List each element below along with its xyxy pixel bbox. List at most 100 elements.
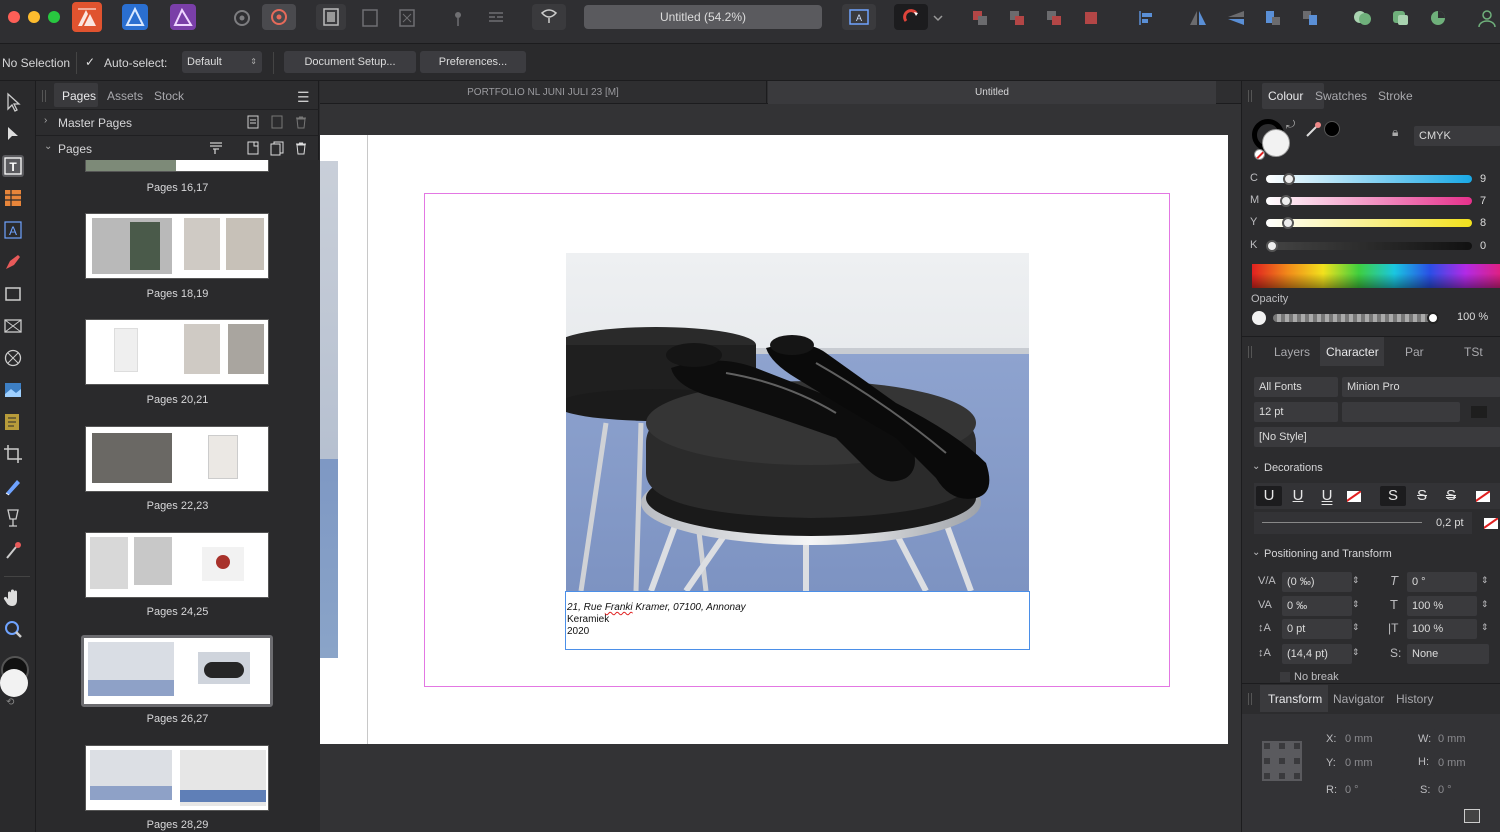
text-style-button[interactable]: A	[842, 4, 876, 30]
font-collection-dropdown[interactable]: All Fonts	[1254, 377, 1338, 397]
shear-field[interactable]: 0 °	[1407, 572, 1477, 592]
height-scale-field[interactable]: 100 %	[1407, 596, 1477, 616]
page-options-icon[interactable]	[208, 140, 224, 156]
text-wrap-icon[interactable]	[482, 6, 510, 30]
baseline-field[interactable]: 0 pt	[1282, 619, 1352, 639]
lock-icon[interactable]: 🔒︎	[1392, 125, 1398, 140]
sculpture-photo[interactable]	[566, 253, 1029, 591]
tab-navigator[interactable]: Navigator	[1333, 692, 1384, 706]
magenta-slider[interactable]	[1266, 195, 1472, 207]
view-mode-normal-button[interactable]	[316, 4, 346, 30]
settings-gear-icon[interactable]	[228, 6, 256, 30]
add-master-icon[interactable]	[245, 114, 261, 130]
view-mode-bleed-icon[interactable]	[356, 6, 384, 30]
crop-tool-icon[interactable]	[2, 443, 24, 465]
swap-colours-icon[interactable]: ⟲	[6, 697, 14, 708]
colour-picker-tool-icon[interactable]	[2, 539, 24, 561]
zoom-tool-icon[interactable]	[2, 619, 24, 641]
h-field[interactable]: 0 mm	[1433, 753, 1493, 773]
vector-crop-tool-icon[interactable]	[2, 411, 24, 433]
tab-pages[interactable]: Pages	[62, 89, 96, 103]
updown-icon[interactable]: ⇕	[1481, 622, 1489, 633]
updown-icon[interactable]: ⇕	[1352, 599, 1360, 610]
magenta-value[interactable]: 7	[1480, 195, 1486, 207]
photo-persona-icon[interactable]	[170, 4, 196, 30]
double-underline-button[interactable]: U	[1285, 486, 1311, 506]
preflight-button[interactable]	[532, 4, 566, 30]
auto-select-dropdown[interactable]: Default ⇕	[182, 51, 262, 73]
table-tool-icon[interactable]	[2, 187, 24, 209]
anchor-selector[interactable]	[1262, 741, 1302, 781]
fill-colour-well[interactable]	[1262, 129, 1290, 157]
underline-button[interactable]: U	[1256, 486, 1282, 506]
shear-transform-field[interactable]: 0 °	[1433, 780, 1489, 800]
decoration-weight-value[interactable]: 0,2 pt	[1436, 517, 1464, 529]
updown-icon[interactable]: ⇕	[1352, 622, 1360, 633]
tab-stock[interactable]: Stock	[154, 89, 184, 103]
picked-colour-swatch[interactable]	[1324, 121, 1340, 137]
tab-assets[interactable]: Assets	[107, 89, 143, 103]
black-slider-knob[interactable]	[1266, 240, 1278, 252]
updown-icon[interactable]: ⇕	[1481, 575, 1489, 586]
delete-master-icon[interactable]	[293, 114, 309, 130]
font-family-field[interactable]: Minion Pro	[1342, 377, 1500, 397]
colour-model-dropdown[interactable]: CMYK	[1414, 126, 1500, 146]
colour-spectrum[interactable]	[1252, 264, 1500, 288]
updown-icon[interactable]: ⇕	[1352, 575, 1360, 586]
tab-stroke[interactable]: Stroke	[1378, 89, 1413, 103]
picture-frame-tool-icon[interactable]	[2, 315, 24, 337]
geometry-intersect-icon[interactable]	[1424, 6, 1452, 30]
pin-icon[interactable]	[444, 6, 472, 30]
chevron-down-icon[interactable]: ⌄	[1252, 461, 1260, 472]
fill-tool-icon[interactable]	[2, 507, 24, 529]
double-strikethrough-button[interactable]: S	[1409, 486, 1435, 506]
leading-field[interactable]: (14,4 pt)	[1282, 644, 1352, 664]
no-stroke-icon[interactable]	[1476, 491, 1490, 502]
tab-text-styles[interactable]: TSt	[1464, 345, 1483, 359]
rectangle-tool-icon[interactable]	[2, 283, 24, 305]
no-fill-icon[interactable]	[1347, 491, 1361, 502]
w-field[interactable]: 0 mm	[1433, 729, 1493, 749]
kerning-field[interactable]: (0 ‰)	[1282, 572, 1352, 592]
chevron-down-icon[interactable]	[930, 6, 946, 30]
minimize-window-button[interactable]	[28, 11, 40, 23]
add-page-icon[interactable]	[245, 140, 261, 156]
rotation-field[interactable]: 0 °	[1340, 780, 1396, 800]
underline-style-button[interactable]: U	[1314, 486, 1340, 506]
magenta-slider-knob[interactable]	[1280, 195, 1292, 207]
spread-thumbnail-selected[interactable]	[81, 635, 273, 707]
close-window-button[interactable]	[8, 11, 20, 23]
no-colour-icon[interactable]	[1484, 518, 1498, 529]
width-scale-field[interactable]: 100 %	[1407, 619, 1477, 639]
swap-arrow-icon[interactable]: ⤾	[1286, 119, 1295, 132]
spread-thumbnail[interactable]	[85, 213, 269, 279]
tab-history[interactable]: History	[1396, 692, 1433, 706]
caption-text-frame[interactable]: 21, Rue Franki Kramer, 07100, Annonay Ke…	[565, 591, 1030, 650]
auto-select-checkbox[interactable]: ✓	[85, 55, 99, 69]
updown-icon[interactable]: ⇕	[1352, 647, 1360, 658]
colour-picker-icon[interactable]	[1304, 119, 1324, 139]
tab-colour[interactable]: Colour	[1268, 89, 1303, 103]
master-pages-section[interactable]: › Master Pages	[36, 109, 319, 135]
place-image-tool-icon[interactable]	[2, 379, 24, 401]
black-slider[interactable]	[1266, 240, 1472, 252]
hamburger-menu-icon[interactable]: ☰	[297, 89, 310, 106]
spread-thumbnail[interactable]	[85, 160, 269, 172]
x-field[interactable]: 0 mm	[1340, 729, 1400, 749]
tracking-field[interactable]: 0 ‰	[1282, 596, 1352, 616]
spread-thumbnail[interactable]	[85, 426, 269, 492]
move-front-icon[interactable]	[1077, 6, 1105, 30]
tab-untitled-document[interactable]: Untitled	[768, 81, 1216, 104]
tab-transform[interactable]: Transform	[1268, 692, 1322, 706]
geometry-add-icon[interactable]	[1348, 6, 1376, 30]
character-style-dropdown[interactable]: [No Style]	[1254, 427, 1500, 447]
strike-style-button[interactable]: S	[1438, 486, 1464, 506]
tab-swatches[interactable]: Swatches	[1315, 89, 1367, 103]
fill-swatch[interactable]	[0, 669, 28, 697]
duplicate-master-icon[interactable]	[269, 114, 285, 130]
rotate-left-icon[interactable]	[1258, 6, 1286, 30]
rotate-right-icon[interactable]	[1296, 6, 1324, 30]
yellow-value[interactable]: 8	[1480, 217, 1486, 229]
font-size-field[interactable]: 12 pt	[1254, 402, 1338, 422]
artistic-text-tool-icon[interactable]: A	[2, 219, 24, 241]
